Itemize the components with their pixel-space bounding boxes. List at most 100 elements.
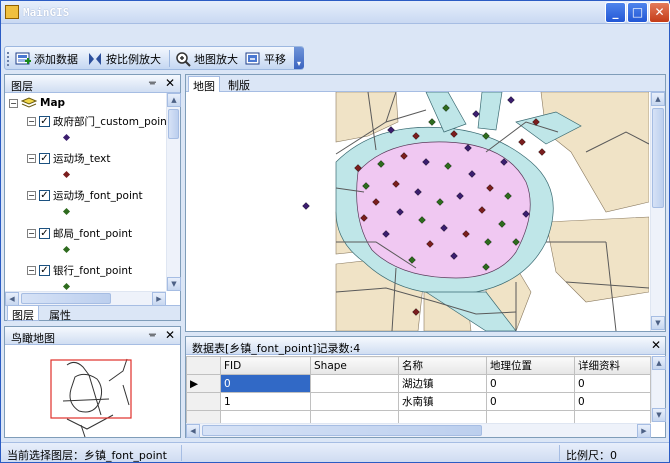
tab-layout[interactable]: 制版: [224, 76, 254, 92]
layer-visibility-checkbox[interactable]: ✓: [39, 227, 50, 239]
table-cell[interactable]: 0: [220, 374, 311, 393]
attribute-table-header: 数据表[乡镇_font_point]记录数:4 ✕: [186, 337, 665, 355]
layers-panel-close-button[interactable]: ✕: [165, 76, 175, 90]
table-cell[interactable]: 0: [486, 374, 575, 393]
table-cell[interactable]: 0: [574, 374, 651, 393]
tree-root[interactable]: − Map: [9, 96, 65, 110]
layer-item-post-office[interactable]: − ✓ 邮局_font_point: [27, 226, 132, 240]
column-header[interactable]: 详细资料: [574, 356, 651, 375]
column-header[interactable]: FID: [220, 356, 311, 375]
layers-panel: 图层 ᚚ ✕ − Map − ✓ 政府部门_custom_point − ✓ 运…: [4, 74, 181, 322]
layer-visibility-checkbox[interactable]: ✓: [39, 115, 50, 127]
tab-map[interactable]: 地图: [188, 76, 220, 93]
collapse-icon[interactable]: −: [9, 98, 18, 108]
table-cell[interactable]: 0: [574, 392, 651, 411]
scroll-right-icon[interactable]: ▶: [152, 292, 166, 306]
overview-panel-title: 鸟瞰地图: [11, 332, 55, 345]
toolbar-overflow-button[interactable]: ▾: [294, 47, 304, 69]
toolbar-separator: [169, 50, 170, 67]
scroll-thumb[interactable]: [652, 108, 664, 208]
collapse-icon[interactable]: −: [27, 190, 36, 200]
layer-symbol-icon: [62, 170, 71, 179]
table-cell[interactable]: 1: [220, 392, 311, 411]
overview-panel-close-button[interactable]: ✕: [165, 328, 175, 342]
maximize-button[interactable]: □: [627, 2, 648, 23]
collapse-icon[interactable]: −: [27, 116, 36, 126]
tab-properties[interactable]: 属性: [45, 306, 75, 322]
column-header[interactable]: Shape: [310, 356, 399, 375]
table-row[interactable]: 1 水南镇 0 0: [186, 392, 651, 411]
attribute-vscroll[interactable]: ▲ ▼: [651, 356, 666, 422]
map-zoom-button[interactable]: 地图放大: [173, 49, 240, 68]
map-point-marker[interactable]: [538, 148, 546, 156]
overview-map[interactable]: [5, 345, 180, 437]
map-point-marker[interactable]: [518, 138, 526, 146]
scroll-down-icon[interactable]: ▼: [167, 277, 181, 291]
map-point-marker[interactable]: [428, 118, 436, 126]
row-selector-icon[interactable]: ▶: [186, 374, 221, 393]
map-point-marker[interactable]: [472, 110, 480, 118]
scroll-left-icon[interactable]: ◀: [5, 292, 19, 306]
row-header[interactable]: [186, 392, 221, 411]
pin-icon[interactable]: ᚚ: [149, 77, 156, 88]
map-area: 地图 制版 ▲ ▼: [185, 74, 666, 332]
scroll-up-icon[interactable]: ▲: [652, 356, 666, 370]
collapse-icon[interactable]: −: [27, 265, 36, 275]
overview-panel-header: 鸟瞰地图 ᚚ ✕: [5, 327, 180, 345]
scroll-up-icon[interactable]: ▲: [651, 92, 665, 106]
scale-zoom-button[interactable]: 按比例放大: [85, 49, 163, 68]
pan-button[interactable]: 平移: [243, 49, 288, 68]
scroll-down-icon[interactable]: ▼: [651, 316, 665, 330]
status-separator: [559, 445, 560, 461]
overview-extent-box[interactable]: [50, 359, 132, 419]
app-icon: [5, 5, 19, 19]
column-header[interactable]: 地理位置: [486, 356, 575, 375]
layer-visibility-checkbox[interactable]: ✓: [39, 264, 50, 276]
layer-symbol-icon: [62, 282, 71, 291]
title-bar[interactable]: MainGIS _ □ ✕: [1, 1, 670, 24]
layer-item-stadium-text[interactable]: − ✓ 运动场_text: [27, 151, 110, 165]
column-header[interactable]: 名称: [398, 356, 487, 375]
layer-visibility-checkbox[interactable]: ✓: [39, 189, 50, 201]
map-canvas[interactable]: [186, 92, 649, 331]
table-cell[interactable]: [310, 374, 399, 393]
collapse-icon[interactable]: −: [27, 153, 36, 163]
layer-symbol-icon: [62, 245, 71, 254]
layer-visibility-checkbox[interactable]: ✓: [39, 152, 50, 164]
layer-symbol-icon: [62, 207, 71, 216]
layer-tree-hscroll[interactable]: ◀ ▶: [5, 291, 166, 306]
scroll-right-icon[interactable]: ▶: [637, 424, 651, 438]
table-cell[interactable]: 湖边镇: [398, 374, 487, 393]
pin-icon[interactable]: ᚚ: [149, 329, 156, 340]
add-data-label: 添加数据: [34, 52, 78, 66]
layer-item-stadium-point[interactable]: − ✓ 运动场_font_point: [27, 188, 143, 202]
scroll-left-icon[interactable]: ◀: [186, 424, 200, 438]
scroll-thumb[interactable]: [21, 293, 111, 304]
layer-item-bank[interactable]: − ✓ 银行_font_point: [27, 263, 132, 277]
attribute-table-close-button[interactable]: ✕: [651, 338, 661, 352]
table-cell[interactable]: [310, 392, 399, 411]
toolbar-grip[interactable]: [7, 52, 10, 66]
close-button[interactable]: ✕: [649, 2, 670, 23]
attribute-table-title: 数据表[乡镇_font_point]记录数:4: [192, 342, 361, 355]
map-point-marker[interactable]: [507, 96, 515, 104]
table-cell[interactable]: 水南镇: [398, 392, 487, 411]
map-point-marker[interactable]: [302, 202, 310, 210]
table-cell[interactable]: 0: [486, 392, 575, 411]
scroll-up-icon[interactable]: ▲: [167, 93, 181, 107]
map-vscroll[interactable]: ▲ ▼: [650, 92, 665, 331]
scroll-thumb[interactable]: [202, 425, 482, 436]
table-row[interactable]: ▶ 0 湖边镇 0 0: [186, 374, 651, 393]
main-window: MainGIS _ □ ✕ 添加数据 按比例放大 地图放大 平移 ▾ 图层 ᚚ …: [0, 0, 670, 463]
scroll-thumb[interactable]: [168, 109, 179, 139]
layer-label: 运动场_text: [53, 152, 111, 165]
tab-layers[interactable]: 图层: [7, 306, 39, 322]
layer-item-government[interactable]: − ✓ 政府部门_custom_point: [27, 114, 168, 128]
attribute-hscroll[interactable]: ◀ ▶: [186, 423, 651, 438]
scroll-down-icon[interactable]: ▼: [652, 408, 666, 422]
collapse-icon[interactable]: −: [27, 228, 36, 238]
layer-tree-vscroll[interactable]: ▲ ▼: [166, 93, 181, 291]
scale-zoom-icon: [89, 52, 101, 65]
add-data-button[interactable]: 添加数据: [13, 49, 80, 68]
minimize-button[interactable]: _: [605, 2, 626, 23]
